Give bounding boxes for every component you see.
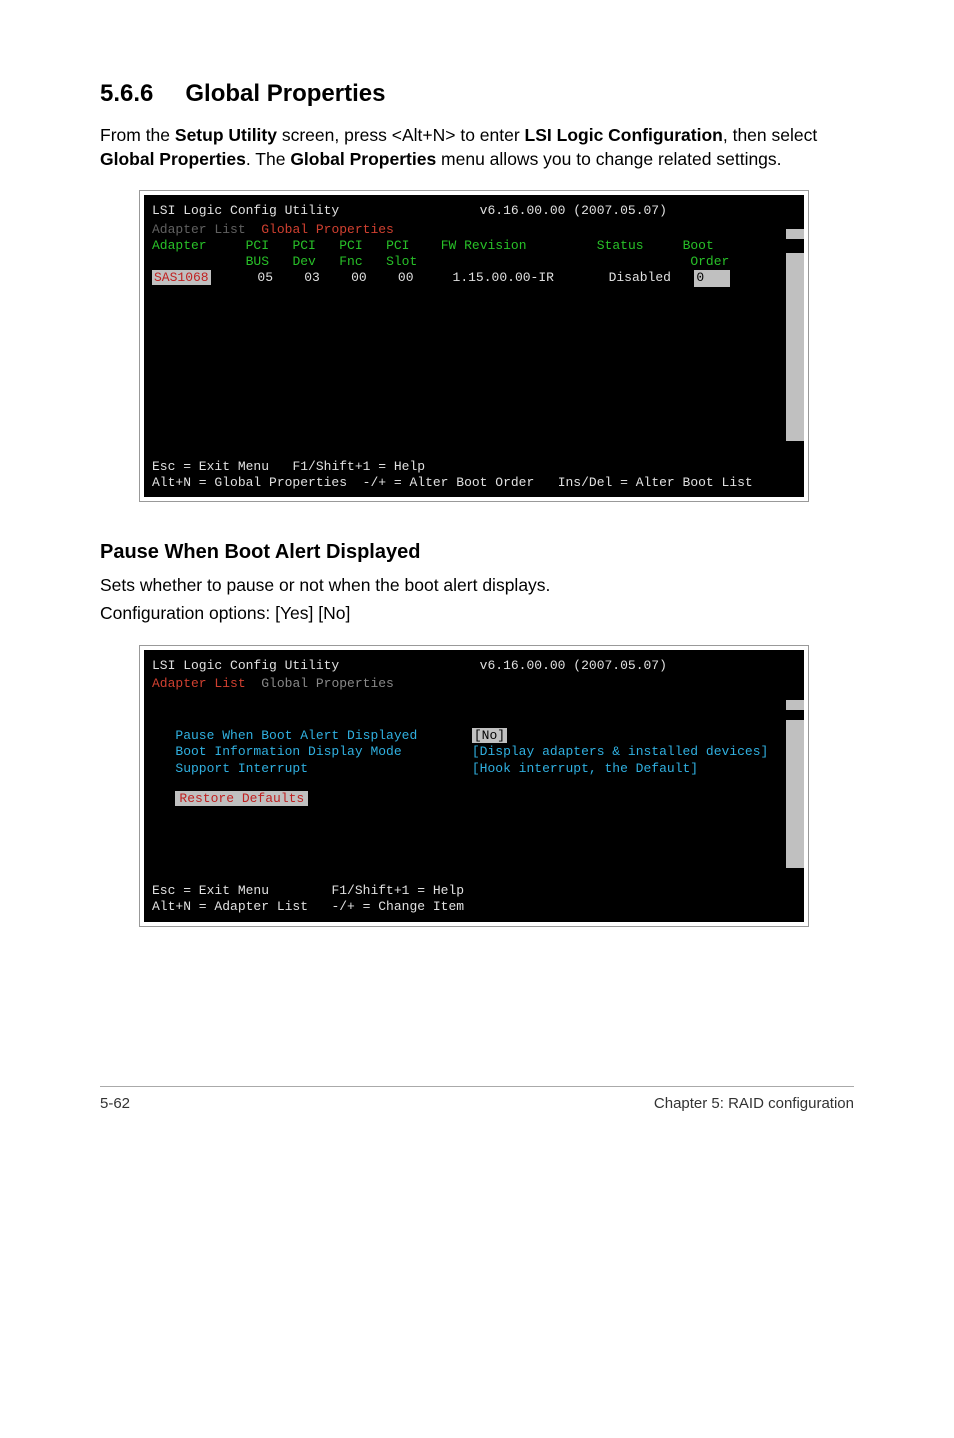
subsection-line1: Sets whether to pause or not when the bo…	[100, 574, 854, 598]
term1-header-row1: Adapter PCI PCI PCI PCI FW Revision Stat…	[152, 238, 796, 254]
term2-footer-line2: Alt+N = Adapter List -/+ = Change Item	[152, 899, 796, 915]
term1-data-row: SAS1068 05 03 00 00 1.15.00.00-IR Disabl…	[152, 270, 796, 286]
section-number: 5.6.6	[100, 80, 153, 108]
subsection-line2: Configuration options: [Yes] [No]	[100, 602, 854, 626]
term1-footer-line2: Alt+N = Global Properties -/+ = Alter Bo…	[152, 475, 796, 491]
page-footer: 5-62 Chapter 5: RAID configuration	[100, 1086, 854, 1152]
restore-defaults: Restore Defaults	[152, 791, 796, 807]
page-number: 5-62	[100, 1095, 130, 1112]
term2-footer-line1: Esc = Exit Menu F1/Shift+1 = Help	[152, 883, 796, 899]
intro-paragraph: From the Setup Utility screen, press <Al…	[100, 124, 854, 171]
global-properties-screenshot: LSI Logic Config Utility v6.16.00.00 (20…	[140, 646, 808, 926]
adapter-selected: SAS1068	[152, 270, 211, 285]
term2-breadcrumb: Adapter List Global Properties	[152, 676, 796, 692]
term2-title: LSI Logic Config Utility v6.16.00.00 (20…	[152, 656, 796, 676]
prop-pause: Pause When Boot Alert Displayed [No]	[152, 728, 796, 744]
boot-order-field: 0	[694, 270, 730, 286]
term1-footer-line1: Esc = Exit Menu F1/Shift+1 = Help	[152, 459, 796, 475]
pause-value-selected: [No]	[472, 728, 507, 743]
adapter-list-screenshot: LSI Logic Config Utility v6.16.00.00 (20…	[140, 191, 808, 501]
chapter-label: Chapter 5: RAID configuration	[654, 1095, 854, 1112]
section-heading: 5.6.6 Global Properties	[100, 80, 854, 108]
term1-title: LSI Logic Config Utility v6.16.00.00 (20…	[152, 201, 796, 221]
subsection-heading: Pause When Boot Alert Displayed	[100, 541, 854, 564]
section-title: Global Properties	[185, 80, 385, 107]
term1-header-row2: BUS Dev Fnc Slot Order	[152, 254, 796, 270]
prop-support-int: Support Interrupt [Hook interrupt, the D…	[152, 761, 796, 777]
prop-boot-info: Boot Information Display Mode [Display a…	[152, 744, 796, 760]
term1-breadcrumb: Adapter List Global Properties	[152, 222, 796, 238]
